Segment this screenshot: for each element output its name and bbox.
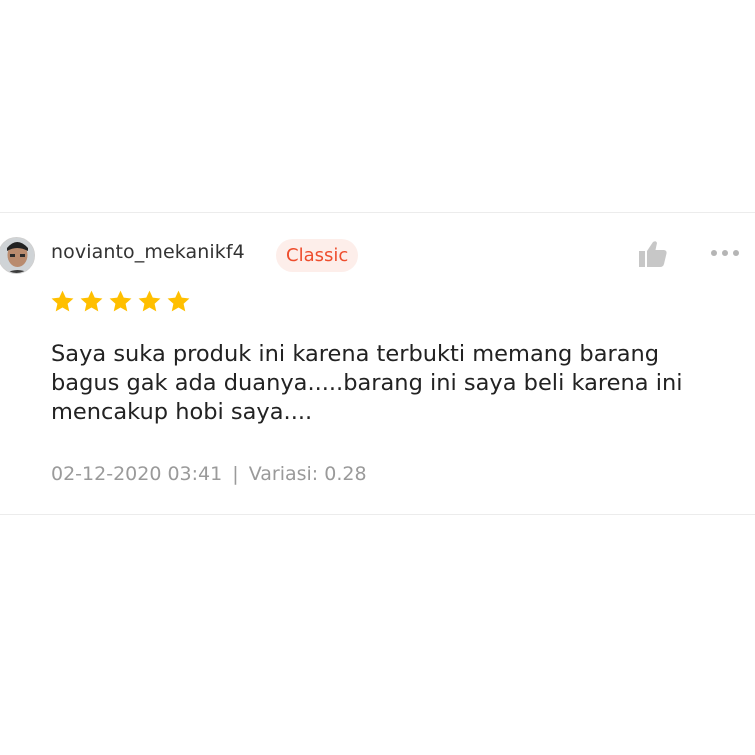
variation-label: Variasi: 0.28 — [248, 463, 367, 485]
review-card: novianto_mekanikf4 Classic Saya suka pro… — [0, 212, 755, 515]
member-badge: Classic — [276, 239, 359, 272]
meta-separator: | — [232, 463, 239, 485]
review-date: 02-12-2020 03:41 — [51, 463, 223, 485]
review-meta: 02-12-2020 03:41 | Variasi: 0.28 — [51, 463, 367, 485]
username[interactable]: novianto_mekanikf4 — [51, 241, 245, 263]
comment-line: Saya suka produk ini karena terbukti mem… — [51, 341, 660, 367]
star-icon — [167, 290, 190, 312]
thumbs-up-icon[interactable] — [637, 239, 669, 269]
star-icon — [138, 290, 161, 312]
comment-line: mencakup hobi saya.... — [51, 399, 313, 425]
star-rating — [50, 289, 191, 315]
star-icon — [109, 290, 132, 312]
comment-line: bagus gak ada duanya.....barang ini saya… — [51, 370, 683, 396]
star-icon — [51, 290, 74, 312]
more-horizontal-icon[interactable] — [707, 243, 745, 263]
avatar[interactable] — [0, 237, 35, 274]
star-icon — [80, 290, 103, 312]
review-comment: Saya suka produk ini karena terbukti mem… — [51, 340, 741, 427]
